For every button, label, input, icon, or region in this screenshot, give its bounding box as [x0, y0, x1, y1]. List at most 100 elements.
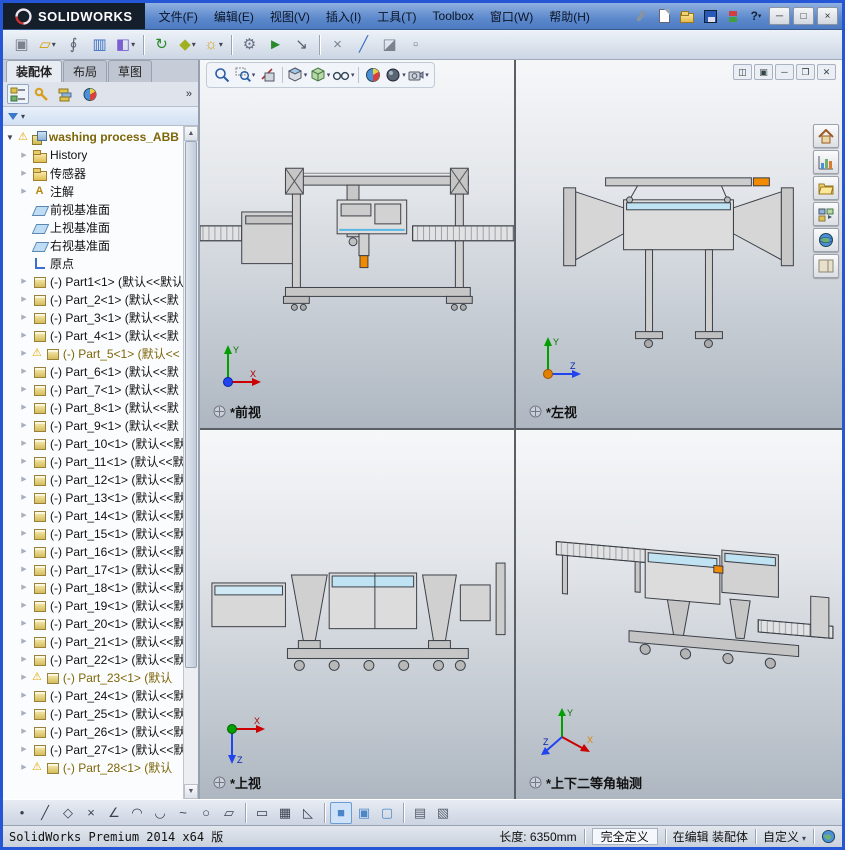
smart-button[interactable]: ↘ — [289, 32, 314, 57]
expand-arrow-icon[interactable]: ▶ — [19, 187, 29, 195]
tree-item[interactable]: ▶ (-) Part_18<1> (默认<<默 — [3, 578, 183, 596]
polygon-button[interactable]: ◇ — [57, 802, 79, 824]
tree-item[interactable]: ▶ (-) Part_2<1> (默认<<默 — [3, 290, 183, 308]
tree-item[interactable]: ▶ (-) Part_11<1> (默认<<默 — [3, 452, 183, 470]
wireframe-button[interactable]: ▢ — [376, 802, 398, 824]
window-minimize-button[interactable]: ─ — [769, 7, 790, 25]
scroll-down-icon[interactable]: ▼ — [184, 784, 198, 799]
expand-arrow-icon[interactable]: ▶ — [19, 349, 29, 357]
viewport-pane-left[interactable]: Y Z *左视 — [516, 60, 842, 430]
statusbar-globe-icon[interactable] — [821, 829, 836, 844]
tree-item[interactable]: ▶ (-) Part_27<1> (默认<<默 — [3, 740, 183, 758]
menu-item[interactable]: 帮助(H) — [541, 3, 598, 29]
tree-item[interactable]: ▶ (-) Part_10<1> (默认<<默 — [3, 434, 183, 452]
expand-arrow-icon[interactable]: ▶ — [19, 637, 29, 645]
expand-arrow-icon[interactable]: ▶ — [19, 583, 29, 591]
tree-item[interactable]: ▶ (-) Part_4<1> (默认<<默 — [3, 326, 183, 344]
task-pane-button[interactable] — [813, 254, 839, 278]
equations-button[interactable]: ◧ ▾ — [113, 32, 138, 57]
expand-arrow-icon[interactable]: ▶ — [19, 673, 29, 681]
doc-close-button[interactable]: ✕ — [817, 64, 836, 80]
tree-item[interactable]: ▶ ⚠ (-) Part_5<1> (默认<< — [3, 344, 183, 362]
evaluate-button[interactable] — [813, 150, 839, 174]
zoom-area-button[interactable]: ▾ — [234, 64, 256, 86]
hide-show-items-button[interactable]: ▾ — [332, 64, 355, 86]
tree-item[interactable]: ▶ (-) Part_24<1> (默认<<默 — [3, 686, 183, 704]
scrollbar-track[interactable] — [184, 141, 198, 784]
expand-arrow-icon[interactable]: ▶ — [19, 511, 29, 519]
pin-icon[interactable] — [631, 7, 651, 25]
tree-item[interactable]: ▶ (-) Part_15<1> (默认<<默 — [3, 524, 183, 542]
doc-restore-button[interactable]: ❐ — [796, 64, 815, 80]
menu-item[interactable]: Toolbox — [425, 3, 482, 29]
expand-arrow-icon[interactable]: ▶ — [19, 457, 29, 465]
tree-item[interactable]: ▶ (-) Part_25<1> (默认<<默 — [3, 704, 183, 722]
doc-minimize-button[interactable]: ─ — [775, 64, 794, 80]
feature-manager-tab[interactable] — [7, 84, 29, 104]
expand-arrow-icon[interactable]: ▶ — [19, 619, 29, 627]
display-style-button[interactable]: ▾ — [309, 64, 331, 86]
tree-item[interactable]: ▶ (-) Part_21<1> (默认<<默 — [3, 632, 183, 650]
para-button[interactable]: ▱ — [218, 802, 240, 824]
home-button[interactable] — [813, 124, 839, 148]
line-button[interactable]: ╱ — [34, 802, 56, 824]
tree-scrollbar[interactable]: ▲ ▼ — [183, 126, 198, 799]
expand-arrow-icon[interactable]: ▶ — [19, 313, 29, 321]
graphics-area[interactable]: ▾ ▾ ▾ ▾ ▾ ▾ ◫ ▣ ─ ❐ ✕ Y X *前视 Y Z *左视 X … — [200, 60, 842, 799]
expand-arrow-icon[interactable]: ▶ — [19, 493, 29, 501]
web-portal-button[interactable] — [813, 228, 839, 252]
menu-item[interactable]: 工具(T) — [369, 3, 424, 29]
expand-arrow-icon[interactable]: ▶ — [19, 691, 29, 699]
appearance-button[interactable]: ☼ ▾ — [201, 32, 226, 57]
expand-arrow-icon[interactable]: ▼ — [5, 133, 15, 142]
arc2-button[interactable]: ◡ — [149, 802, 171, 824]
move-button[interactable]: ► — [263, 32, 288, 57]
hlv-button[interactable]: ▧ — [432, 802, 454, 824]
expand-arrow-icon[interactable]: ▶ — [19, 367, 29, 375]
view-orientation-button[interactable]: ▾ — [286, 64, 308, 86]
expand-arrow-icon[interactable]: ▶ — [19, 421, 29, 429]
paperclip-button[interactable]: ∮ — [61, 32, 86, 57]
open-folder-button[interactable]: ▱ ▾ — [35, 32, 60, 57]
tree-item[interactable]: ▶ (-) Part_3<1> (默认<<默 — [3, 308, 183, 326]
angle-button[interactable]: ∠ — [103, 802, 125, 824]
tree-item[interactable]: ▶ (-) Part_8<1> (默认<<默 — [3, 398, 183, 416]
tree-root-item[interactable]: ▼⚠ washing process_ABB rob — [3, 128, 183, 146]
window-close-button[interactable]: × — [817, 7, 838, 25]
measure-button[interactable]: ╱ — [351, 32, 376, 57]
window-maximize-button[interactable]: □ — [793, 7, 814, 25]
display-manager-tab[interactable] — [79, 84, 101, 104]
expand-arrow-icon[interactable]: ▶ — [19, 709, 29, 717]
expand-arrow-icon[interactable]: ▶ — [19, 169, 29, 177]
tree-item[interactable]: 原点 — [3, 254, 183, 272]
rebuild-button[interactable]: ↻ — [149, 32, 174, 57]
expand-arrow-icon[interactable]: ▶ — [19, 403, 29, 411]
rect-button[interactable]: ▭ — [251, 802, 273, 824]
delete-button[interactable]: × — [325, 32, 350, 57]
tree-item[interactable]: ▶ (-) Part_20<1> (默认<<默 — [3, 614, 183, 632]
help-button[interactable]: ? ▾ — [746, 7, 766, 25]
edit-appearance-button[interactable] — [362, 64, 384, 86]
arc-button[interactable]: ◠ — [126, 802, 148, 824]
hlr-button[interactable]: ▤ — [409, 802, 431, 824]
zoom-fit-button[interactable] — [211, 64, 233, 86]
viewport-pane-isometric[interactable]: Y X Z *上下二等角轴测 — [516, 429, 842, 799]
tree-item[interactable]: ▶ 传感器 — [3, 164, 183, 182]
menu-item[interactable]: 插入(I) — [318, 3, 369, 29]
tree-item[interactable]: ▶ (-) Part_17<1> (默认<<默 — [3, 560, 183, 578]
apply-scene-button[interactable]: ▾ — [385, 64, 407, 86]
grid-button[interactable]: ▦ — [274, 802, 296, 824]
component-button[interactable]: ▣ — [9, 32, 34, 57]
tree-item[interactable]: ▶ (-) Part_14<1> (默认<<默 — [3, 506, 183, 524]
pane-split-right-button[interactable]: ▣ — [754, 64, 773, 80]
shaded-edges-button[interactable]: ▣ — [353, 802, 375, 824]
spline-button[interactable]: ~ — [172, 802, 194, 824]
toggle-icon[interactable] — [723, 7, 743, 25]
save-button[interactable] — [700, 7, 720, 25]
tree-item[interactable]: 上视基准面 — [3, 218, 183, 236]
tree-item[interactable]: 前视基准面 — [3, 200, 183, 218]
expand-arrow-icon[interactable]: ▶ — [19, 295, 29, 303]
tree-item[interactable]: ▶ (-) Part_22<1> (默认<<默 — [3, 650, 183, 668]
viewport-pane-front[interactable]: Y X *前视 — [200, 60, 516, 430]
menu-item[interactable]: 窗口(W) — [482, 3, 541, 29]
